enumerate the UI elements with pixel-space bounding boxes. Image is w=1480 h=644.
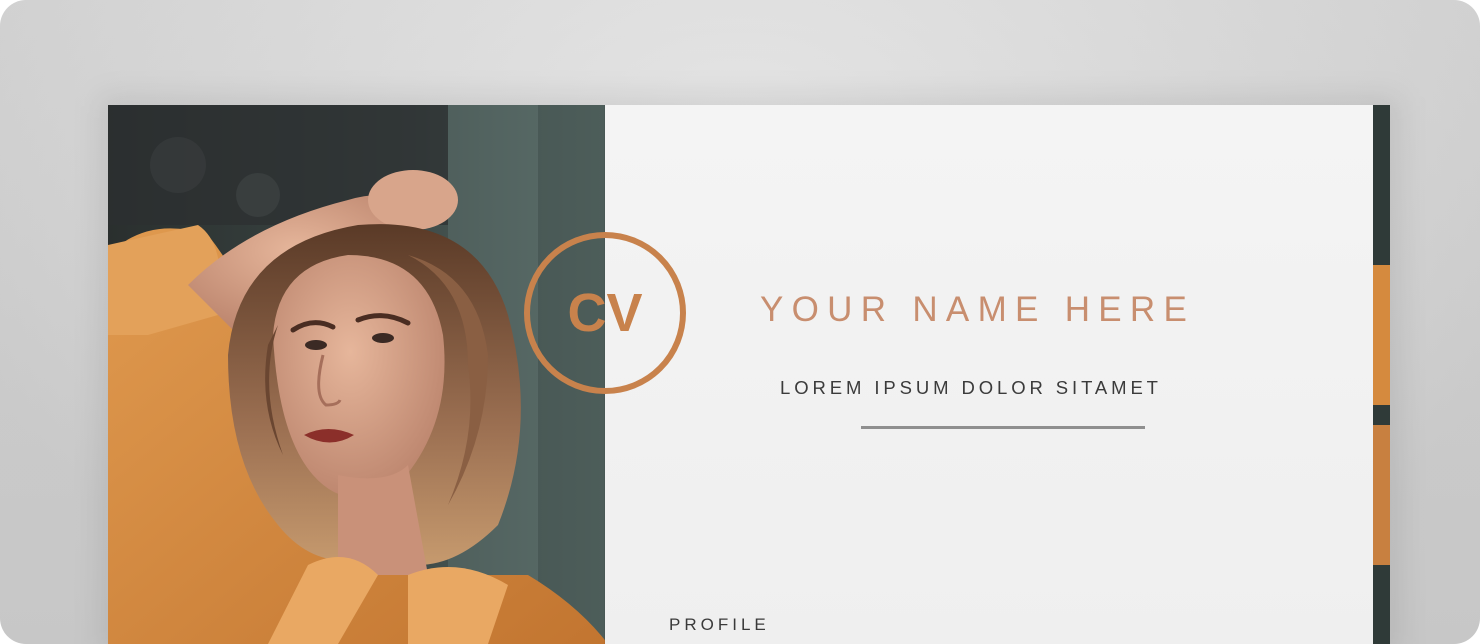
profile-section-heading: PROFILE	[669, 615, 770, 634]
resume-page	[605, 105, 1373, 644]
logo-text: CV	[567, 283, 642, 343]
candidate-subtitle: LOREM IPSUM DOLOR SITAMET	[780, 377, 1162, 398]
next-page-photo-fragment	[1372, 105, 1390, 644]
mockup-frame: CV YOUR NAME HERE LOREM IPSUM DOLOR SITA…	[0, 0, 1480, 644]
next-page-edge	[1372, 105, 1390, 644]
cv-monogram-circle-icon: CV	[524, 232, 686, 394]
cv-logo: CV	[521, 229, 689, 397]
title-divider	[861, 426, 1145, 429]
candidate-name: YOUR NAME HERE	[760, 290, 1196, 329]
